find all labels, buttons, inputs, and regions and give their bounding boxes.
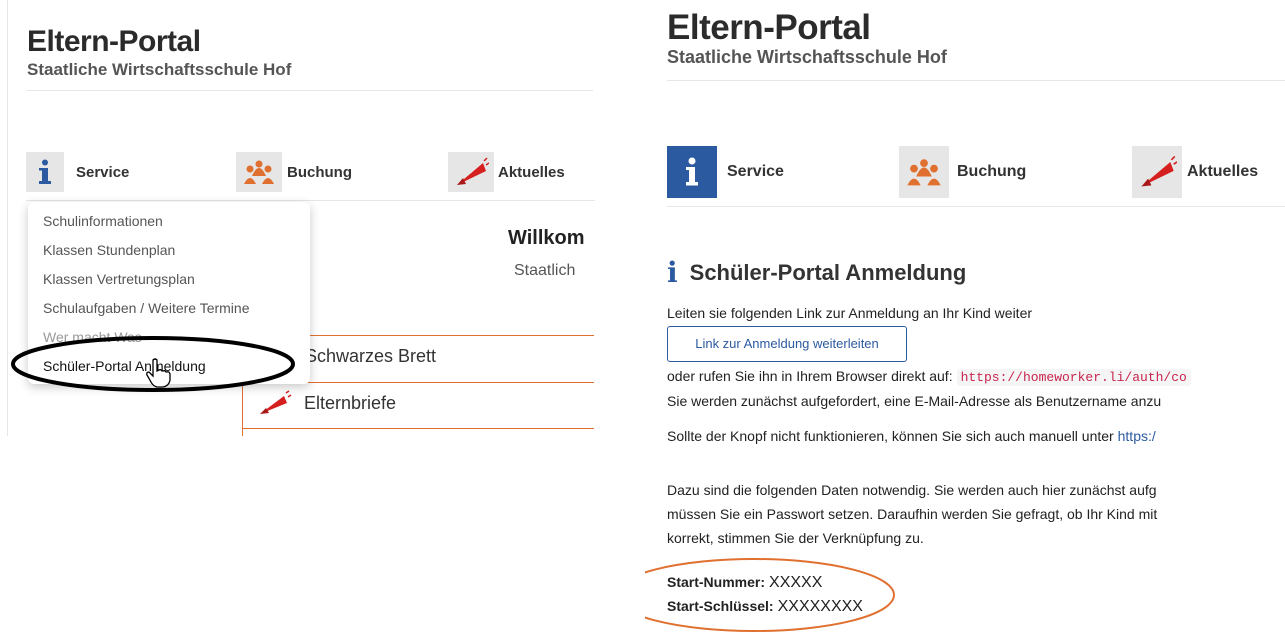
nav-aktuelles[interactable]: Aktuelles bbox=[1132, 146, 1258, 198]
app-title: Eltern-Portal bbox=[27, 25, 201, 58]
megaphone-icon bbox=[1132, 146, 1182, 198]
nav-label-aktuelles: Aktuelles bbox=[498, 163, 565, 181]
nav-label-aktuelles: Aktuelles bbox=[1187, 163, 1259, 180]
manual-line: Sollte der Knopf nicht funktionieren, kö… bbox=[667, 428, 1156, 444]
news-item-schwarzes-brett[interactable]: Schwarzes Brett bbox=[305, 346, 436, 367]
nav-buchung[interactable]: Buchung bbox=[236, 152, 352, 192]
instructions-line-1: Dazu sind die folgenden Daten notwendig.… bbox=[667, 482, 1157, 498]
info-icon bbox=[26, 152, 64, 192]
section-title: i Schüler-Portal Anmeldung bbox=[667, 256, 966, 289]
email-prompt: Sie werden zunächst aufgefordert, eine E… bbox=[667, 393, 1162, 409]
nav-aktuelles[interactable]: Aktuelles bbox=[448, 152, 565, 192]
nav-label-service: Service bbox=[727, 163, 784, 180]
header-divider bbox=[27, 90, 593, 91]
nav-divider bbox=[667, 206, 1285, 207]
news-divider bbox=[242, 428, 594, 429]
header-divider bbox=[667, 80, 1285, 81]
highlight-ellipse bbox=[645, 558, 895, 632]
hand-cursor-icon bbox=[146, 358, 171, 388]
intro-text: Leiten sie folgenden Link zur Anmeldung … bbox=[667, 305, 1033, 321]
nav-buchung[interactable]: Buchung bbox=[899, 146, 1026, 198]
direct-link-line: oder rufen Sie ihn in Ihrem Browser dire… bbox=[667, 368, 1191, 386]
school-name: Staatliche Wirtschaftsschule Hof bbox=[667, 47, 947, 67]
right-screenshot: Eltern-Portal Staatliche Wirtschaftsschu… bbox=[645, 0, 1285, 634]
nav-service[interactable]: Service bbox=[26, 152, 129, 192]
nav-divider bbox=[26, 200, 595, 201]
instructions-line-2: müssen Sie ein Passwort setzen. Daraufhi… bbox=[667, 506, 1158, 522]
welcome-heading: Willkom bbox=[508, 227, 585, 249]
nav-label-buchung: Buchung bbox=[957, 163, 1027, 180]
welcome-subheading: Staatlich bbox=[514, 262, 576, 279]
manual-text: Sollte der Knopf nicht funktionieren, kö… bbox=[667, 428, 1114, 444]
nav-service[interactable]: Service bbox=[667, 146, 784, 198]
menu-item-klassen-stundenplan[interactable]: Klassen Stundenplan bbox=[43, 242, 175, 258]
instructions-line-3: korrekt, stimmen Sie der Verknüpfung zu. bbox=[667, 530, 924, 546]
school-name: Staatliche Wirtschaftsschule Hof bbox=[27, 60, 292, 79]
menu-item-schulaufgaben[interactable]: Schulaufgaben / Weitere Termine bbox=[43, 300, 250, 316]
nav-label-buchung: Buchung bbox=[287, 163, 352, 181]
manual-link[interactable]: https:/ bbox=[1118, 428, 1156, 444]
nav-label-service: Service bbox=[76, 163, 130, 181]
forward-link-button[interactable]: Link zur Anmeldung weiterleiten bbox=[667, 326, 907, 362]
app-title: Eltern-Portal bbox=[667, 8, 871, 47]
left-screenshot: Eltern-Portal Staatliche Wirtschaftsschu… bbox=[0, 0, 595, 634]
section-title-text: Schüler-Portal Anmeldung bbox=[689, 259, 967, 285]
direct-url[interactable]: https://homeworker.li/auth/co bbox=[956, 369, 1191, 386]
menu-item-schulinformationen[interactable]: Schulinformationen bbox=[43, 213, 163, 229]
megaphone-icon bbox=[448, 152, 494, 192]
info-icon: i bbox=[667, 256, 678, 289]
menu-item-klassen-vertretungsplan[interactable]: Klassen Vertretungsplan bbox=[43, 271, 195, 287]
people-icon bbox=[236, 152, 282, 192]
news-item-elternbriefe[interactable]: Elternbriefe bbox=[304, 393, 396, 414]
people-icon bbox=[899, 146, 949, 198]
direct-link-text: oder rufen Sie ihn in Ihrem Browser dire… bbox=[667, 368, 953, 384]
info-icon bbox=[667, 146, 717, 198]
